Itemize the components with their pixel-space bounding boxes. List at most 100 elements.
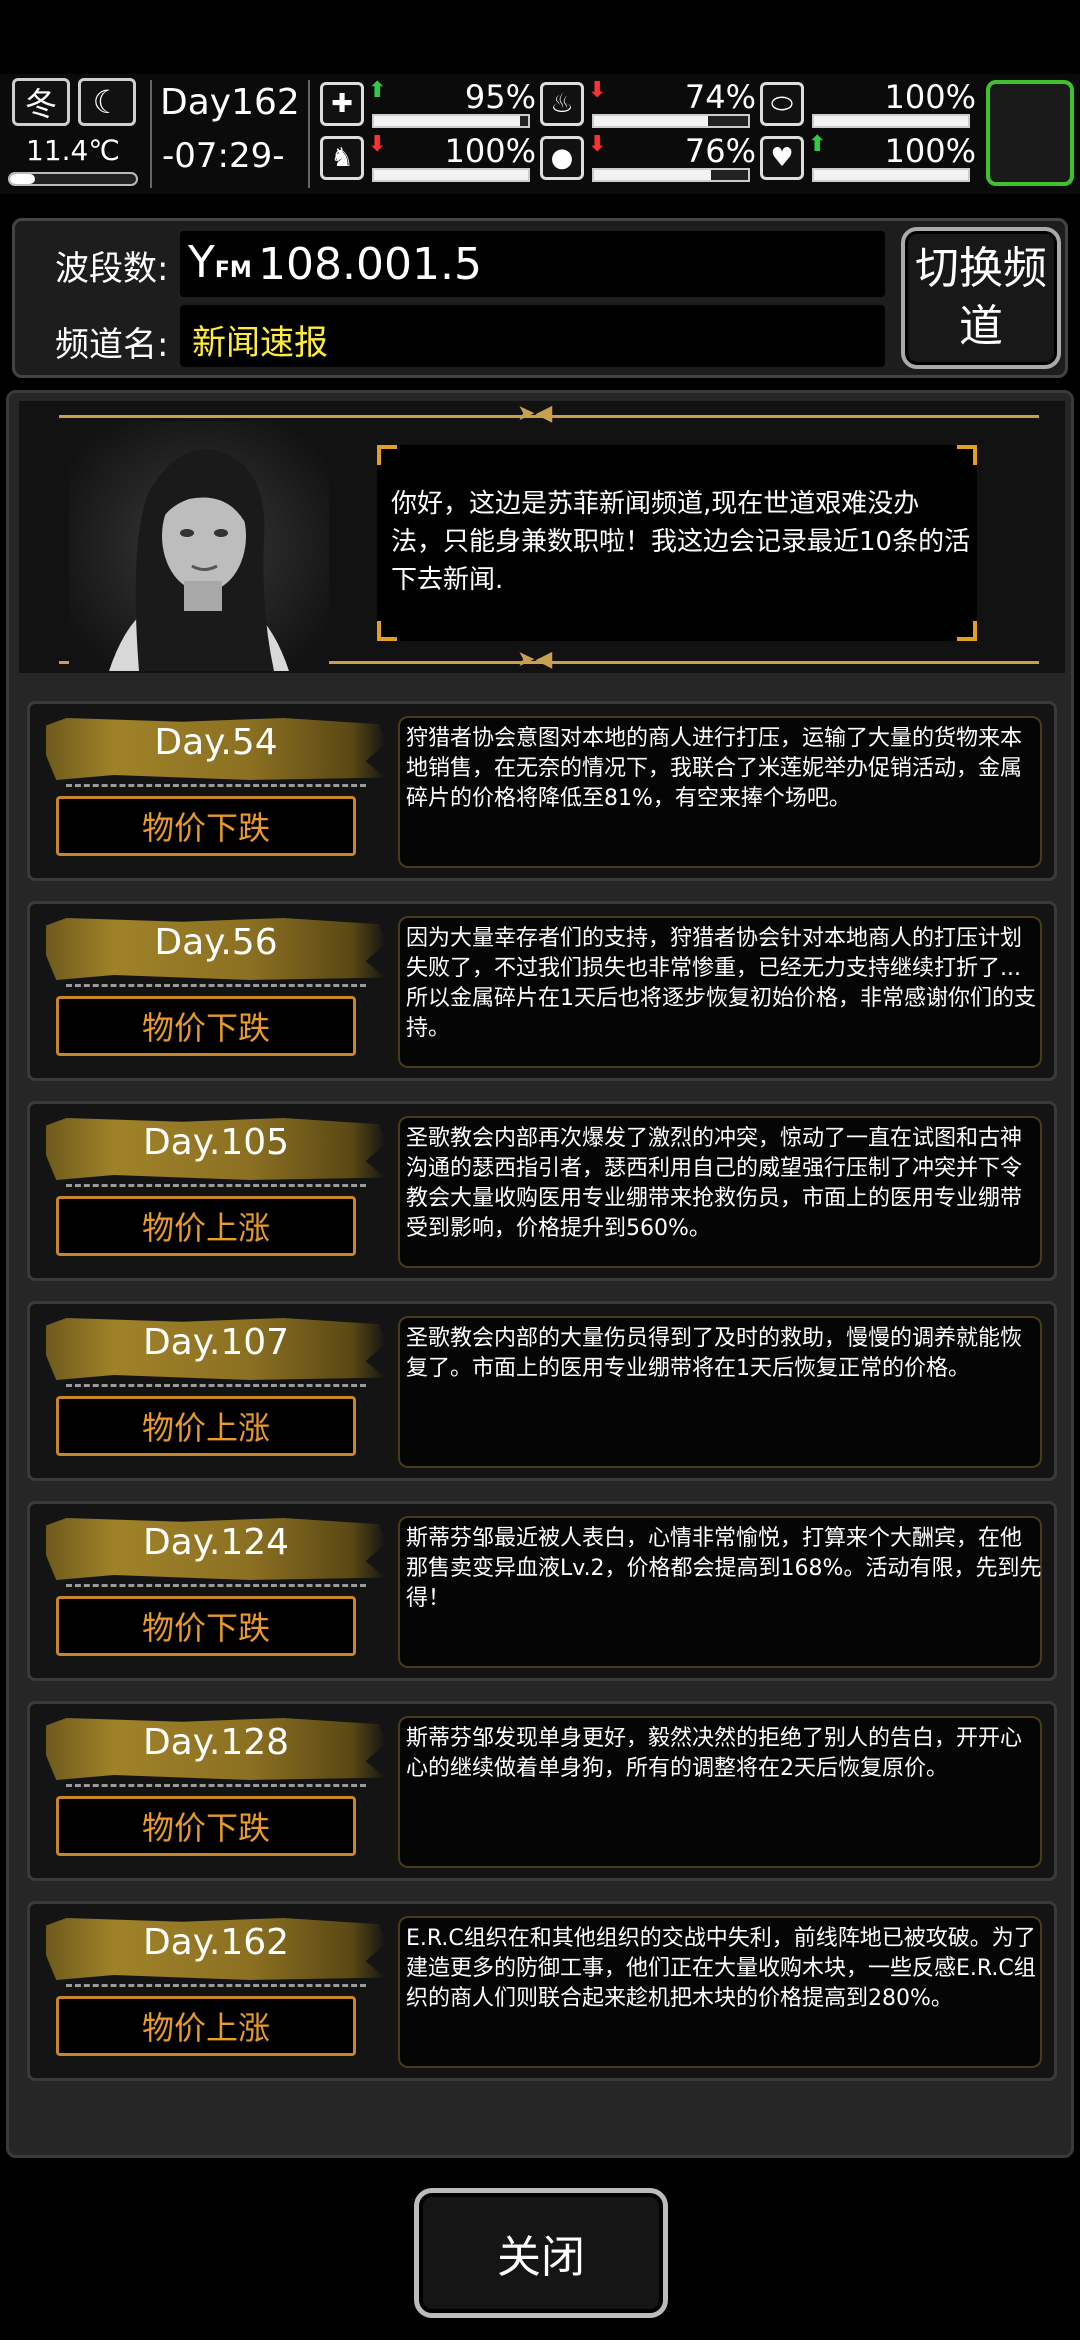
news-text: 斯蒂芬邹发现单身更好，毅然决然的拒绝了别人的告白，开开心心的继续做着单身狗，所有…	[406, 1726, 1023, 1781]
stat-bar-fill	[594, 170, 712, 180]
equipment-slot[interactable]	[986, 80, 1074, 186]
dashed-divider	[66, 984, 366, 987]
news-item: Day.162 物价上涨 E.R.C组织在和其他组织的交战中失利，前线阵地已被攻破。…	[27, 1901, 1057, 2081]
news-day: Day.54	[154, 722, 278, 763]
day-counter: Day162	[160, 82, 300, 123]
crescent-moon-icon: ☾	[78, 78, 136, 126]
stat-bar	[592, 168, 750, 182]
host-area: ➤◀ ➤◀ 你好，这边是苏菲新闻频道,现在世道艰难没办法，只能身兼数职啦！我这边…	[19, 401, 1065, 673]
news-item: Day.105 物价上涨 圣歌教会内部再次爆发了激烈的冲突，惊动了一直在试图和古神沟…	[27, 1101, 1057, 1281]
radio-panel: 波段数: 频道名: YFM 108.001.5 新闻速报 切换频道	[12, 218, 1068, 378]
dashed-divider	[66, 1784, 366, 1787]
trend-down-icon: ⬇	[588, 132, 607, 157]
status-bar: 冬 ☾ 11.4℃ Day162 -07:29- ✚ ⬆ 95% ♨ ⬇ 74% ⬭ 100%…	[0, 74, 1080, 194]
stomach-icon: ♨	[540, 82, 584, 126]
stat-bar	[372, 114, 530, 128]
dashed-divider	[66, 1584, 366, 1587]
stat-bar	[812, 168, 970, 182]
temperature-text: 11.4℃	[26, 134, 120, 167]
news-text: 圣歌教会内部再次爆发了激烈的冲突，惊动了一直在试图和古神沟通的瑟西指引者，瑟西利…	[406, 1126, 1023, 1241]
stat-value: 76%	[684, 132, 756, 170]
stat-leg: ♞ ⬇ 100%	[320, 132, 540, 184]
news-text: E.R.C组织在和其他组织的交战中失利，前线阵地已被攻破。为了建造更多的防御工事…	[406, 1926, 1036, 2011]
stat-stomach: ♨ ⬇ 74%	[540, 78, 760, 130]
heart-icon: ♥	[760, 136, 804, 180]
news-text-box: 圣歌教会内部的大量伤员得到了及时的救助，慢慢的调养就能恢复了。市面上的医用专业绷…	[398, 1316, 1042, 1468]
trend-up-icon: ⬆	[808, 132, 827, 157]
dashed-divider	[66, 1184, 366, 1187]
channel-label: 频道名:	[55, 325, 169, 365]
decorative-arrows-icon: ➤◀	[517, 647, 553, 672]
close-button[interactable]: 关闭	[414, 2188, 668, 2318]
news-text-box: 斯蒂芬邹发现单身更好，毅然决然的拒绝了别人的告白，开开心心的继续做着单身狗，所有…	[398, 1716, 1042, 1868]
news-list: Day.54 物价下跌 狩猎者协会意图对本地的商人进行打压，运输了大量的货物来本地销…	[27, 701, 1057, 2101]
stat-bar	[812, 114, 970, 128]
news-text-box: E.R.C组织在和其他组织的交战中失利，前线阵地已被攻破。为了建造更多的防御工事…	[398, 1916, 1042, 2068]
stat-bar	[592, 114, 750, 128]
bubble-corner	[377, 621, 397, 641]
bubble-corner	[377, 445, 397, 465]
price-tag: 物价上涨	[56, 1996, 356, 2056]
switch-channel-button[interactable]: 切换频道	[901, 227, 1061, 369]
stat-bar-fill	[594, 116, 708, 126]
stat-medkit: ✚ ⬆ 95%	[320, 78, 540, 130]
band-label: 波段数:	[55, 249, 169, 289]
stat-value: 95%	[464, 78, 536, 116]
price-tag: 物价下跌	[56, 1796, 356, 1856]
dashed-divider	[66, 784, 366, 787]
temperature-fill	[10, 174, 36, 184]
decorative-arrows-icon: ➤◀	[517, 401, 553, 426]
medkit-icon: ✚	[320, 82, 364, 126]
price-tag: 物价下跌	[56, 996, 356, 1056]
news-item: Day.54 物价下跌 狩猎者协会意图对本地的商人进行打压，运输了大量的货物来本地销…	[27, 701, 1057, 881]
host-speech-bubble: 你好，这边是苏菲新闻频道,现在世道艰难没办法，只能身兼数职啦！我这边会记录最近1…	[377, 445, 977, 641]
season-winter-icon: 冬	[12, 78, 70, 126]
stat-bar-fill	[374, 116, 521, 126]
leg-icon: ♞	[320, 136, 364, 180]
news-day: Day.124	[142, 1522, 290, 1563]
water-drop-icon: ●	[540, 136, 584, 180]
news-item: Day.107 物价上涨 圣歌教会内部的大量伤员得到了及时的救助，慢慢的调养就能恢复…	[27, 1301, 1057, 1481]
frequency-value: 108.001.5	[258, 239, 482, 290]
divider	[150, 80, 152, 188]
trend-up-icon: ⬆	[368, 78, 387, 103]
stat-value: 100%	[884, 132, 976, 170]
clock-time: -07:29-	[162, 136, 285, 176]
news-text-box: 狩猎者协会意图对本地的商人进行打压，运输了大量的货物来本地销售，在无奈的情况下，…	[398, 716, 1042, 868]
news-text-box: 斯蒂芬邹最近被人表白，心情非常愉悦，打算来个大酬宾，在他那售卖变异血液Lv.2，…	[398, 1516, 1042, 1668]
stat-heart: ♥ ⬆ 100%	[760, 132, 980, 184]
stat-value: 100%	[444, 132, 536, 170]
news-item: Day.56 物价下跌 因为大量幸存者们的支持，狩猎者协会针对本地商人的打压计划失败…	[27, 901, 1057, 1081]
bubble-corner	[957, 445, 977, 465]
news-day: Day.105	[142, 1122, 290, 1163]
dashed-divider	[66, 1384, 366, 1387]
frequency-display: YFM 108.001.5	[180, 231, 885, 297]
news-text-box: 圣歌教会内部再次爆发了激烈的冲突，惊动了一直在试图和古神沟通的瑟西指引者，瑟西利…	[398, 1116, 1042, 1268]
fm-antenna-icon: YFM	[188, 237, 252, 288]
dashed-divider	[66, 1984, 366, 1987]
news-day: Day.162	[142, 1922, 290, 1963]
news-text-box: 因为大量幸存者们的支持，狩猎者协会针对本地商人的打压计划失败了，不过我们损失也非…	[398, 916, 1042, 1068]
stat-bar-fill	[814, 116, 968, 126]
news-text: 狩猎者协会意图对本地的商人进行打压，运输了大量的货物来本地销售，在无奈的情况下，…	[406, 726, 1023, 811]
bubble-corner	[957, 621, 977, 641]
stat-capsule: ⬭ 100%	[760, 78, 980, 130]
price-tag: 物价下跌	[56, 796, 356, 856]
channel-display: 新闻速报	[180, 305, 885, 367]
price-tag: 物价上涨	[56, 1396, 356, 1456]
news-panel: ➤◀ ➤◀ 你好，这边是苏菲新闻频道,现在世道艰难没办法，只能身兼数职啦！我这边…	[6, 390, 1074, 2158]
stat-bar-fill	[814, 170, 968, 180]
capsule-icon: ⬭	[760, 82, 804, 126]
stat-bar-fill	[374, 170, 528, 180]
trend-down-icon: ⬇	[368, 132, 387, 157]
news-item: Day.128 物价下跌 斯蒂芬邹发现单身更好，毅然决然的拒绝了别人的告白，开开心心…	[27, 1701, 1057, 1881]
news-day: Day.128	[142, 1722, 290, 1763]
price-tag: 物价上涨	[56, 1196, 356, 1256]
stat-value: 74%	[684, 78, 756, 116]
temperature-bar	[8, 172, 138, 186]
price-tag: 物价下跌	[56, 1596, 356, 1656]
trend-down-icon: ⬇	[588, 78, 607, 103]
news-item: Day.124 物价下跌 斯蒂芬邹最近被人表白，心情非常愉悦，打算来个大酬宾，在他那…	[27, 1501, 1057, 1681]
stat-value: 100%	[884, 78, 976, 116]
stat-water-drop: ● ⬇ 76%	[540, 132, 760, 184]
